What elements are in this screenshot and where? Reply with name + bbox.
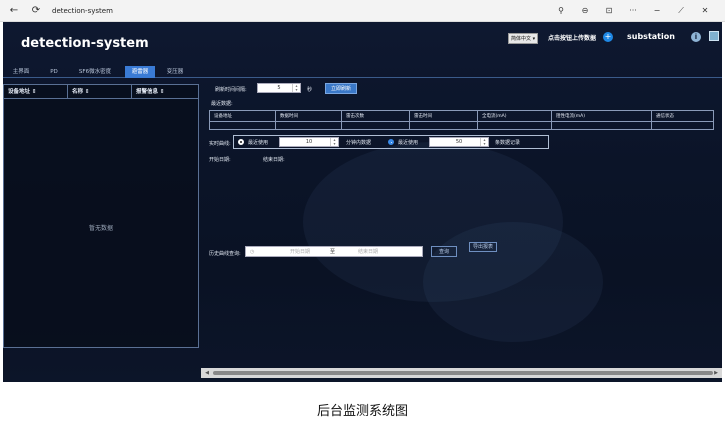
language-select[interactable]: 简体中文 ▾ bbox=[508, 33, 539, 44]
tab-pd[interactable]: PD bbox=[45, 66, 63, 78]
th-device-address: 设备地址 bbox=[210, 111, 276, 122]
date-range-picker[interactable]: ◷ 开始日期 至 结束日期 bbox=[245, 246, 423, 257]
latest-data-table: 设备地址 数据时间 雷击次数 雷击时间 全电流(mA) 阻性电流(mA) 通信状… bbox=[209, 110, 714, 130]
zoom-out-icon[interactable]: ⊖ bbox=[573, 6, 597, 16]
scroll-right-icon[interactable]: ▶ bbox=[712, 369, 720, 377]
records-unit: 条数据记录 bbox=[495, 140, 521, 146]
minimize-icon[interactable]: − bbox=[645, 6, 669, 16]
figure-caption: 后台监测系统图 bbox=[316, 404, 408, 419]
realtime-curve-label: 实时曲线: bbox=[209, 141, 231, 147]
end-date-label: 结束日期: bbox=[263, 157, 285, 163]
app-title: detection-system bbox=[21, 36, 149, 51]
empty-state: 暂无数据 bbox=[88, 225, 113, 232]
th-strike-time: 雷击时间 bbox=[410, 111, 478, 122]
table-cell bbox=[552, 122, 652, 129]
th-total-current: 全电流(mA) bbox=[478, 111, 552, 122]
th-resistive-current: 阻性电流(mA) bbox=[552, 111, 652, 122]
refresh-interval-label: 刷新时间间隔: bbox=[215, 87, 247, 93]
detail-panel: 刷新时间间隔: 5 ▴ ▾ 秒 立即刷新 最近数据: 设备地址 数据时间 雷击次数… bbox=[201, 80, 722, 380]
th-strike-count: 雷击次数 bbox=[342, 111, 410, 122]
recent-records-input[interactable]: 50 ▴ ▾ bbox=[429, 137, 489, 147]
stepper-icon[interactable]: ▴ ▾ bbox=[480, 138, 488, 146]
scrollbar-thumb[interactable] bbox=[213, 371, 713, 375]
table-cell bbox=[210, 122, 276, 129]
stepper-icon[interactable]: ▴ ▾ bbox=[330, 138, 338, 146]
radio-recent-records[interactable] bbox=[388, 139, 394, 145]
th-comm-status: 通信状态 bbox=[652, 111, 713, 122]
radio-recent-minutes[interactable] bbox=[238, 139, 244, 145]
browser-controls: ⚲ ⊖ ⊡ ··· − ⟋ ✕ bbox=[549, 6, 717, 16]
browser-tab-title: detection-system bbox=[52, 6, 113, 15]
refresh-unit: 秒 bbox=[307, 87, 313, 93]
th-data-time: 数据时间 bbox=[276, 111, 342, 122]
more-icon[interactable]: ··· bbox=[621, 6, 645, 16]
query-button[interactable]: 查询 bbox=[431, 246, 457, 257]
recent-minutes-input[interactable]: 10 ▴ ▾ bbox=[279, 137, 339, 147]
minutes-unit: 分钟内数据 bbox=[346, 140, 372, 146]
device-list-header: 设备地址 ⇕ 名称 ⇕ 报警信息 ⇕ bbox=[4, 85, 198, 99]
search-icon[interactable]: ⚲ bbox=[549, 6, 573, 16]
tab-transformer[interactable]: 变压器 bbox=[161, 66, 189, 78]
language-value: 简体中文 bbox=[511, 36, 532, 42]
tab-icon[interactable]: ⊡ bbox=[597, 6, 621, 16]
back-icon[interactable]: ← bbox=[6, 5, 22, 16]
column-name[interactable]: 名称 ⇕ bbox=[68, 85, 132, 99]
export-report-button[interactable]: 导出报表 bbox=[469, 242, 497, 252]
start-date-input[interactable]: 开始日期 bbox=[290, 248, 310, 257]
table-cell bbox=[276, 122, 342, 129]
column-alarm-info[interactable]: 报警信息 ⇕ bbox=[132, 85, 198, 99]
screenshot-frame: ← ⟳ detection-system ⚲ ⊖ ⊡ ··· − ⟋ ✕ det… bbox=[0, 0, 725, 426]
recent-use-label-2: 最近使用 bbox=[398, 140, 419, 146]
device-list-panel: 设备地址 ⇕ 名称 ⇕ 报警信息 ⇕ 暂无数据 bbox=[3, 84, 199, 348]
refresh-interval-input[interactable]: 5 ▴ ▾ bbox=[257, 83, 301, 93]
start-date-label: 开始日期: bbox=[209, 157, 231, 163]
tab-main[interactable]: 主界面 bbox=[7, 66, 35, 78]
app-header: detection-system 简体中文 ▾ 点击按钮上传数据 + subst… bbox=[3, 22, 722, 62]
browser-toolbar: ← ⟳ detection-system ⚲ ⊖ ⊡ ··· − ⟋ ✕ bbox=[0, 0, 725, 22]
stepper-icon[interactable]: ▴ ▾ bbox=[292, 84, 300, 92]
history-query-label: 历史曲线查询: bbox=[209, 251, 241, 257]
station-name: substation bbox=[627, 32, 675, 41]
restore-icon[interactable]: ⟋ bbox=[669, 6, 693, 16]
upload-button[interactable]: + bbox=[603, 32, 613, 42]
table-cell bbox=[342, 122, 410, 129]
recent-minutes-value: 10 bbox=[305, 139, 313, 145]
scroll-left-icon[interactable]: ◀ bbox=[203, 369, 211, 377]
table-cell bbox=[478, 122, 552, 129]
refresh-icon[interactable]: ⟳ bbox=[28, 5, 44, 16]
main-tabs: 主界面 PD SF6微水密度 避雷器 变压器 bbox=[3, 66, 722, 78]
app-window: detection-system 简体中文 ▾ 点击按钮上传数据 + subst… bbox=[3, 22, 722, 382]
table-cell bbox=[410, 122, 478, 129]
tab-arrester[interactable]: 避雷器 bbox=[125, 66, 155, 78]
recent-use-label-1: 最近使用 bbox=[248, 140, 269, 146]
horizontal-scrollbar[interactable]: ◀ ▶ bbox=[201, 368, 722, 378]
upload-hint: 点击按钮上传数据 bbox=[548, 35, 597, 42]
refresh-interval-value: 5 bbox=[277, 85, 281, 91]
column-device-address[interactable]: 设备地址 ⇕ bbox=[4, 85, 68, 99]
end-date-input[interactable]: 结束日期 bbox=[358, 248, 378, 257]
tab-sf6[interactable]: SF6微水密度 bbox=[73, 66, 117, 78]
calendar-icon: ◷ bbox=[250, 249, 255, 255]
monitor-icon[interactable] bbox=[709, 31, 719, 41]
date-separator: 至 bbox=[330, 249, 336, 255]
latest-data-label: 最近数据: bbox=[211, 101, 233, 107]
info-icon[interactable]: i bbox=[691, 32, 701, 42]
recent-records-value: 50 bbox=[455, 139, 463, 145]
refresh-now-button[interactable]: 立即刷新 bbox=[325, 83, 357, 94]
close-icon[interactable]: ✕ bbox=[693, 6, 717, 16]
